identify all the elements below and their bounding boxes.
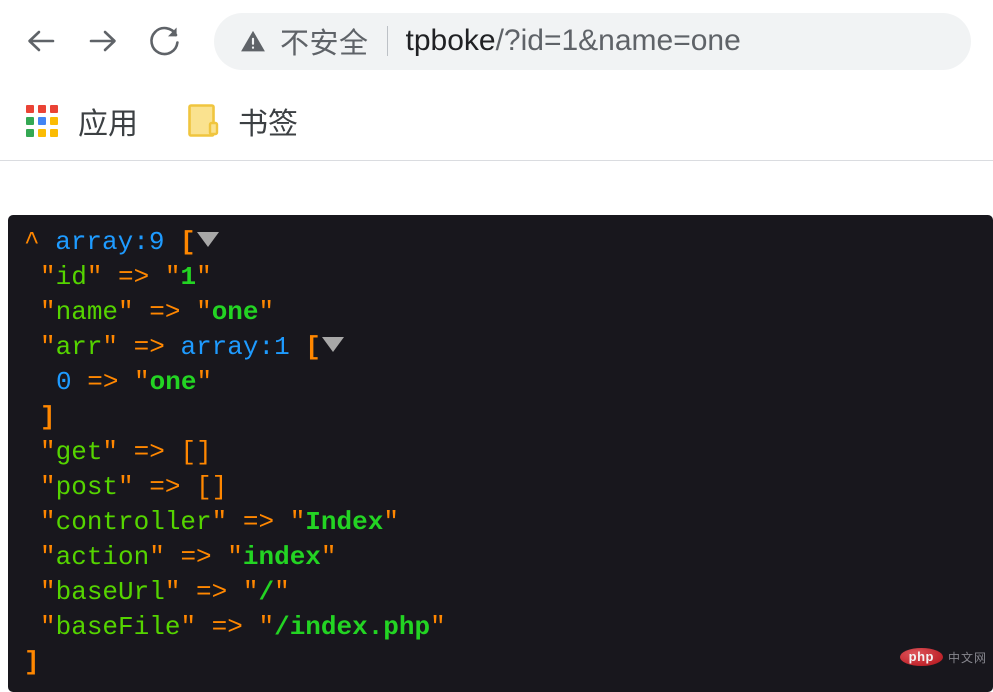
browser-toolbar: 不安全 tpboke/?id=1&name=one bbox=[0, 0, 993, 82]
back-button[interactable] bbox=[10, 10, 72, 72]
dump-line: ″id″ => ″1″ bbox=[40, 262, 212, 292]
bookmark-item-apps[interactable]: 应用 bbox=[18, 95, 146, 147]
reload-icon bbox=[150, 26, 179, 56]
back-arrow-icon bbox=[28, 30, 55, 52]
var-dump-output: ^ array:9 [″id″ => ″1″ ″name″ => ″one″ ″ar… bbox=[8, 215, 993, 692]
dump-line: ″name″ => ″one″ bbox=[40, 297, 275, 327]
bookmark-label-bookmarks: 书签 bbox=[238, 108, 298, 141]
dump-line: ″baseUrl″ => ″/″ bbox=[40, 577, 290, 607]
apps-grid-icon bbox=[26, 105, 58, 137]
dump-line: ″post″ => [] bbox=[40, 472, 228, 502]
url-text[interactable]: tpboke/?id=1&name=one bbox=[406, 24, 945, 58]
collapse-toggle-icon[interactable] bbox=[196, 232, 219, 247]
omnibox-divider bbox=[386, 26, 388, 56]
url-host: tpboke bbox=[405, 24, 496, 57]
bookmarks-bar: 应用 书签 bbox=[0, 82, 993, 160]
dump-line: ^ array:9 [ bbox=[8, 225, 993, 260]
bookmark-label-apps: 应用 bbox=[78, 108, 138, 141]
folder-icon bbox=[188, 104, 219, 137]
forward-arrow-icon bbox=[89, 30, 116, 52]
forward-button[interactable] bbox=[72, 10, 134, 72]
reload-button[interactable] bbox=[134, 10, 196, 72]
dump-line: ″arr″ => array:1 [ bbox=[8, 330, 993, 365]
url-path: /?id=1&name=one bbox=[495, 24, 741, 57]
dump-line: 0 => ″one″ bbox=[56, 367, 213, 397]
dump-line: ] bbox=[24, 647, 40, 677]
address-bar[interactable]: 不安全 tpboke/?id=1&name=one bbox=[214, 12, 971, 70]
dump-line: ″controller″ => ″Index″ bbox=[40, 507, 399, 537]
dump-line: ″get″ => [] bbox=[40, 437, 212, 467]
page-content: ^ array:9 [″id″ => ″1″ ″name″ => ″one″ ″ar… bbox=[0, 161, 993, 692]
security-status-label: 不安全 bbox=[280, 28, 369, 60]
bookmark-item-bookmarks[interactable]: 书签 bbox=[180, 95, 306, 147]
dump-line: ″action″ => ″index″ bbox=[40, 542, 337, 572]
collapse-toggle-icon[interactable] bbox=[321, 337, 344, 352]
browser-chrome: 不安全 tpboke/?id=1&name=one 应用 书签 bbox=[0, 0, 993, 162]
dump-line: ] bbox=[40, 402, 56, 432]
dump-line: ″baseFile″ => ″/index.php″ bbox=[40, 612, 446, 642]
warning-triangle-icon[interactable] bbox=[240, 28, 266, 54]
